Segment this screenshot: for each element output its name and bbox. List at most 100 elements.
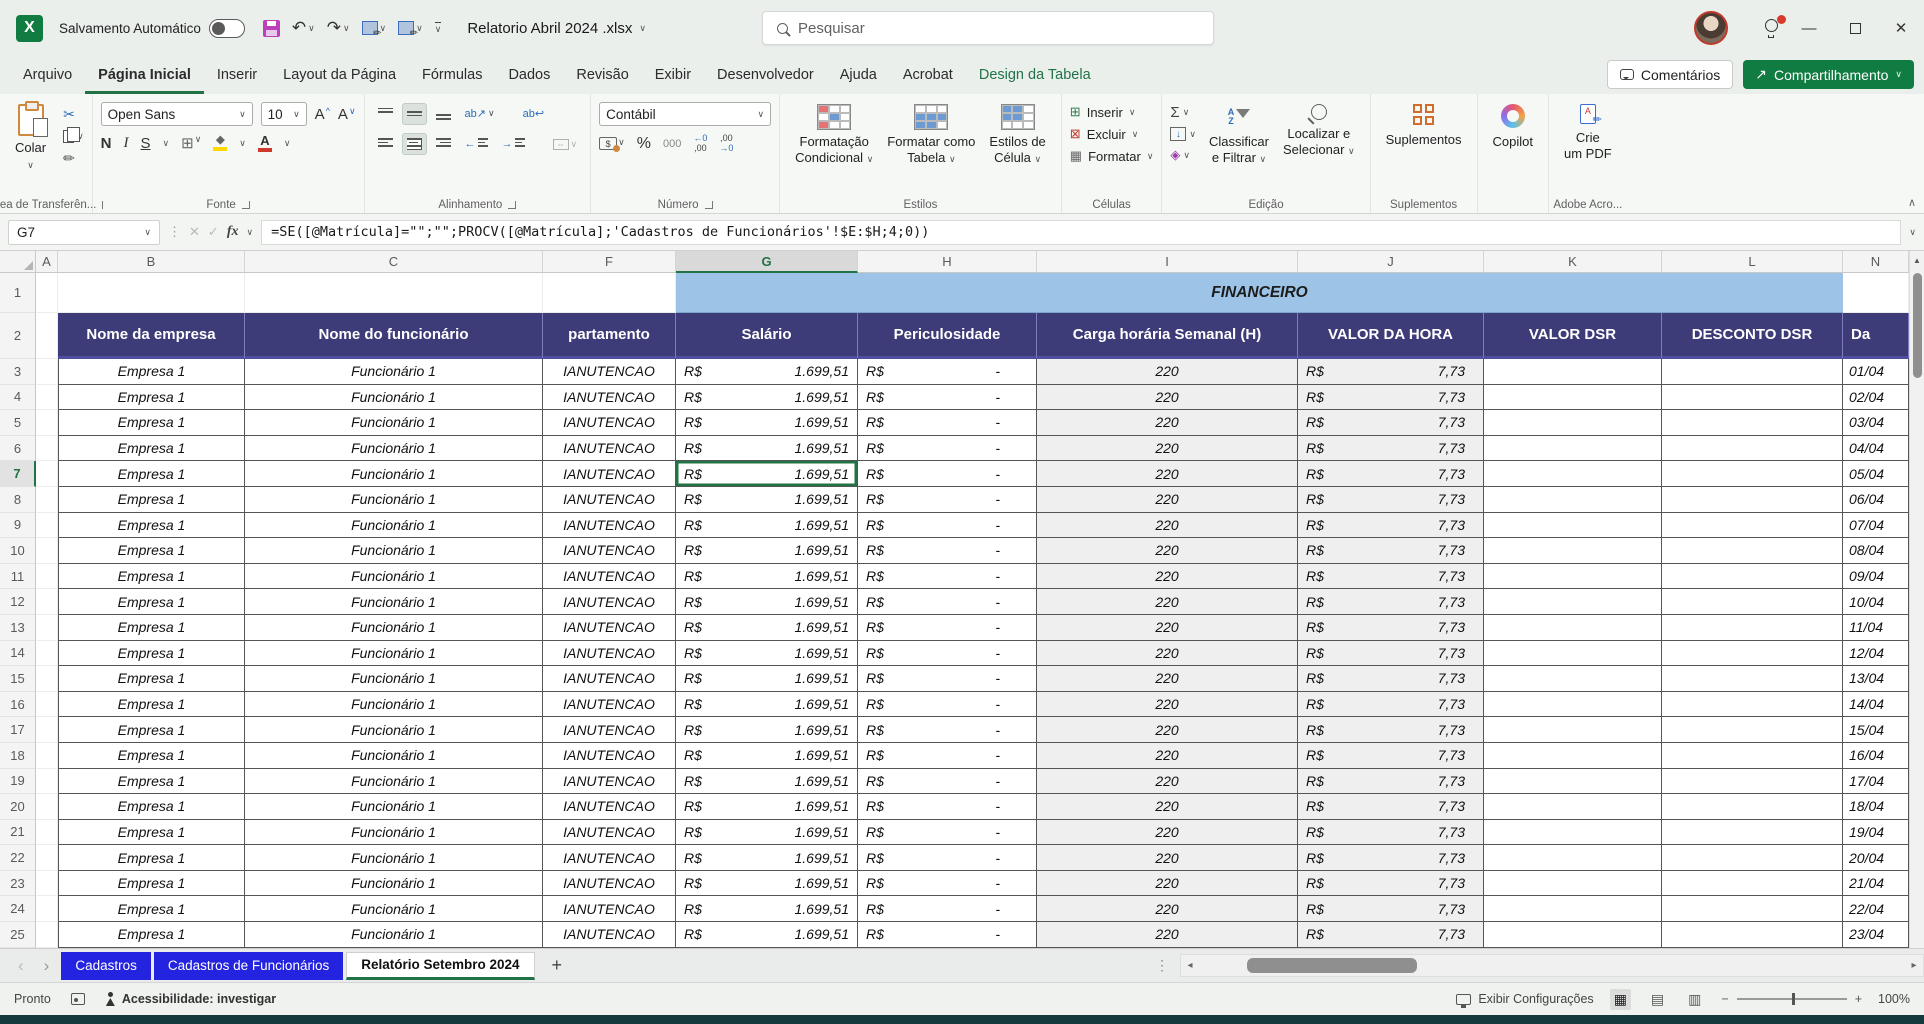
accessibility-status[interactable]: Acessibilidade: investigar xyxy=(105,992,276,1006)
increase-indent-button[interactable]: → xyxy=(497,133,530,155)
cell-I24[interactable]: 220 xyxy=(1037,896,1298,922)
cell-J10[interactable]: R$7,73 xyxy=(1298,538,1484,564)
cell-A1[interactable] xyxy=(36,273,58,313)
cell-F14[interactable]: IANUTENCAO xyxy=(543,641,676,667)
scroll-up-icon[interactable]: ▲ xyxy=(1910,251,1924,265)
cell-N20[interactable]: 18/04 xyxy=(1843,794,1909,820)
cell-A16[interactable] xyxy=(36,692,58,718)
vertical-scrollbar[interactable]: ▲ xyxy=(1909,251,1924,948)
column-header-B[interactable]: B xyxy=(58,251,245,273)
normal-view-button[interactable]: ▦ xyxy=(1610,989,1631,1010)
find-select-button[interactable]: Localizar eSelecionar ∨ xyxy=(1276,102,1362,161)
row-header-9[interactable]: 9 xyxy=(0,513,36,539)
cell-G14[interactable]: R$1.699,51 xyxy=(676,641,858,667)
number-format-select[interactable]: Contábil∨ xyxy=(599,102,771,126)
cell-J13[interactable]: R$7,73 xyxy=(1298,615,1484,641)
comments-button[interactable]: Comentários xyxy=(1607,60,1733,89)
cell-N12[interactable]: 10/04 xyxy=(1843,589,1909,615)
column-header-N[interactable]: N xyxy=(1843,251,1909,273)
cell-C9[interactable]: Funcionário 1 xyxy=(245,513,543,539)
row-header-21[interactable]: 21 xyxy=(0,820,36,846)
cell-H4[interactable]: R$- xyxy=(858,385,1037,411)
cell-F15[interactable]: IANUTENCAO xyxy=(543,666,676,692)
ribbon-tab-página-inicial[interactable]: Página Inicial xyxy=(85,59,204,94)
cell-J7[interactable]: R$7,73 xyxy=(1298,461,1484,487)
column-header-A[interactable]: A xyxy=(36,251,58,273)
cell-J15[interactable]: R$7,73 xyxy=(1298,666,1484,692)
horizontal-scrollbar[interactable]: ◂ ▸ xyxy=(1180,954,1924,977)
cell-J12[interactable]: R$7,73 xyxy=(1298,589,1484,615)
cell-A18[interactable] xyxy=(36,743,58,769)
cell-I18[interactable]: 220 xyxy=(1037,743,1298,769)
cell-J23[interactable]: R$7,73 xyxy=(1298,871,1484,897)
name-box[interactable]: G7 ∨ xyxy=(8,220,160,245)
cell-B1[interactable] xyxy=(58,273,245,313)
cell-C23[interactable]: Funcionário 1 xyxy=(245,871,543,897)
table-header-K[interactable]: VALOR DSR xyxy=(1484,313,1662,359)
cell-L8[interactable] xyxy=(1662,487,1843,513)
align-right-button[interactable] xyxy=(431,133,456,155)
cell-H6[interactable]: R$- xyxy=(858,436,1037,462)
avatar[interactable] xyxy=(1694,11,1728,45)
cell-F11[interactable]: IANUTENCAO xyxy=(543,564,676,590)
cell-H12[interactable]: R$- xyxy=(858,589,1037,615)
cell-N9[interactable]: 07/04 xyxy=(1843,513,1909,539)
table-header-I[interactable]: Carga horária Semanal (H) xyxy=(1037,313,1298,359)
scroll-right-icon[interactable]: ▸ xyxy=(1905,960,1923,971)
row-header-2[interactable]: 2 xyxy=(0,313,36,359)
cell-A25[interactable] xyxy=(36,922,58,948)
column-header-J[interactable]: J xyxy=(1298,251,1484,273)
cell-L3[interactable] xyxy=(1662,359,1843,385)
row-header-14[interactable]: 14 xyxy=(0,641,36,667)
cell-H10[interactable]: R$- xyxy=(858,538,1037,564)
cell-G12[interactable]: R$1.699,51 xyxy=(676,589,858,615)
sheet-tab-cadastros-de-funcionários[interactable]: Cadastros de Funcionários xyxy=(154,952,343,980)
cell-A13[interactable] xyxy=(36,615,58,641)
row-header-7[interactable]: 7 xyxy=(0,461,36,487)
row-header-6[interactable]: 6 xyxy=(0,436,36,462)
cell-I9[interactable]: 220 xyxy=(1037,513,1298,539)
restore-button[interactable] xyxy=(1832,8,1878,48)
cell-N23[interactable]: 21/04 xyxy=(1843,871,1909,897)
font-name-select[interactable]: Open Sans∨ xyxy=(101,102,253,126)
italic-button[interactable]: I xyxy=(124,135,129,152)
cell-G6[interactable]: R$1.699,51 xyxy=(676,436,858,462)
cell-J5[interactable]: R$7,73 xyxy=(1298,410,1484,436)
cell-C3[interactable]: Funcionário 1 xyxy=(245,359,543,385)
cell-F1[interactable] xyxy=(543,273,676,313)
cell-J24[interactable]: R$7,73 xyxy=(1298,896,1484,922)
cell-A10[interactable] xyxy=(36,538,58,564)
cell-A8[interactable] xyxy=(36,487,58,513)
cell-L7[interactable] xyxy=(1662,461,1843,487)
cell-K13[interactable] xyxy=(1484,615,1662,641)
cell-K3[interactable] xyxy=(1484,359,1662,385)
sheet-nav-next-icon[interactable]: › xyxy=(36,956,58,976)
table-header-F[interactable]: partamento xyxy=(543,313,676,359)
ribbon-tab-exibir[interactable]: Exibir xyxy=(642,59,704,94)
format-cells-button[interactable]: ▦Formatar∨ xyxy=(1070,148,1154,164)
ribbon-tab-fórmulas[interactable]: Fórmulas xyxy=(409,59,495,94)
ribbon-tab-design-da-tabela[interactable]: Design da Tabela xyxy=(966,59,1104,94)
percent-style-button[interactable]: % xyxy=(637,135,651,153)
cell-K22[interactable] xyxy=(1484,845,1662,871)
cell-G5[interactable]: R$1.699,51 xyxy=(676,410,858,436)
cell-J17[interactable]: R$7,73 xyxy=(1298,717,1484,743)
cell-F10[interactable]: IANUTENCAO xyxy=(543,538,676,564)
document-title[interactable]: Relatorio Abril 2024 .xlsx ∨ xyxy=(467,20,646,37)
table-header-N[interactable]: Da xyxy=(1843,313,1909,359)
row-header-3[interactable]: 3 xyxy=(0,359,36,385)
cell-A22[interactable] xyxy=(36,845,58,871)
cell-L20[interactable] xyxy=(1662,794,1843,820)
cell-L11[interactable] xyxy=(1662,564,1843,590)
cell-K21[interactable] xyxy=(1484,820,1662,846)
cell-B24[interactable]: Empresa 1 xyxy=(58,896,245,922)
zoom-level[interactable]: 100% xyxy=(1878,992,1910,1006)
undo-icon[interactable]: ↶∨ xyxy=(292,18,315,38)
table-header-G[interactable]: Salário xyxy=(676,313,858,359)
format-as-table-button[interactable]: Formatar comoTabela ∨ xyxy=(880,102,982,169)
formula-input[interactable]: =SE([@Matrícula]="";"";PROCV([@Matrícula… xyxy=(261,220,1901,245)
zoom-out-icon[interactable]: − xyxy=(1721,992,1728,1006)
cell-L13[interactable] xyxy=(1662,615,1843,641)
cell-K8[interactable] xyxy=(1484,487,1662,513)
cell-B21[interactable]: Empresa 1 xyxy=(58,820,245,846)
